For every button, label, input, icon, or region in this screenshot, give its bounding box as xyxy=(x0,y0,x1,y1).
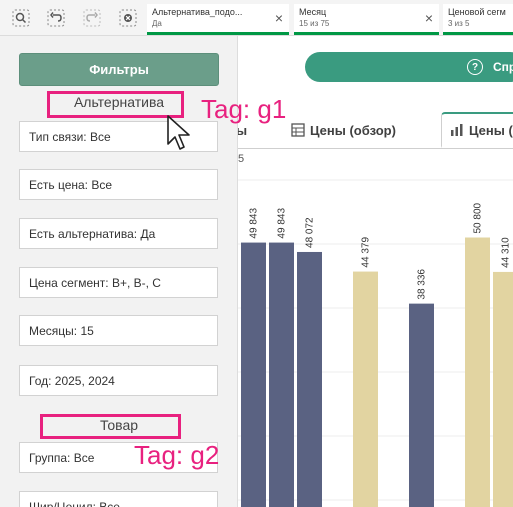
filter-has-price[interactable]: Есть цена: Все xyxy=(19,169,218,200)
chart-data-label: 49 843 xyxy=(277,208,288,239)
chart-data-label: 49 843 xyxy=(249,208,260,239)
tab-prices-active-label: Цены ( xyxy=(469,122,513,138)
chart-bar[interactable] xyxy=(409,303,434,507)
table-icon xyxy=(291,123,305,137)
filter-width[interactable]: Шир/Ценил: Все xyxy=(19,491,218,507)
tab-prices-overview[interactable]: Цены (обзор) xyxy=(291,112,431,148)
selection-chip-alternative[interactable]: Альтернатива_подо... Да × xyxy=(147,4,289,35)
tab-underline xyxy=(238,148,513,149)
step-forward-icon[interactable] xyxy=(80,7,104,29)
app-root: 49 843 49 843 48 072 44 379 38 336 50 800 44 3… xyxy=(0,0,513,507)
step-back-icon[interactable] xyxy=(44,7,68,29)
chart-data-label: 44 310 xyxy=(501,237,512,268)
chart-bars: 49 843 49 843 48 072 44 379 38 336 50 800 44 3… xyxy=(241,202,513,507)
filter-months[interactable]: Месяцы: 15 xyxy=(19,315,218,346)
filter-has-alternative[interactable]: Есть альтернатива: Да xyxy=(19,218,218,249)
chart-bar[interactable] xyxy=(269,242,294,507)
selection-chip-title: Альтернатива_подо... xyxy=(152,7,243,17)
filter-year[interactable]: Год: 2025, 2024 xyxy=(19,365,218,396)
chart-subtitle: 5 xyxy=(238,153,245,165)
selection-chip-value: 15 из 75 xyxy=(299,19,330,28)
close-icon[interactable]: × xyxy=(275,11,283,25)
close-icon[interactable]: × xyxy=(425,11,433,25)
selection-chip-value: 3 из 5 xyxy=(448,19,470,28)
clear-selections-icon[interactable] xyxy=(116,7,140,29)
help-icon: ? xyxy=(467,59,483,75)
bar-chart-icon xyxy=(451,124,463,136)
chart-data-label: 44 379 xyxy=(361,237,372,268)
tab-prices-overview-label: Цены (обзор) xyxy=(310,122,396,138)
smart-search-icon[interactable] xyxy=(9,7,33,29)
selection-chip-value: Да xyxy=(152,19,162,28)
tag-g1-label: Tag: g1 xyxy=(201,94,287,124)
highlight-box-g2 xyxy=(40,414,181,439)
filters-button[interactable]: Фильтры xyxy=(19,53,219,86)
chart-bar[interactable] xyxy=(465,237,490,507)
chart-data-label: 38 336 xyxy=(417,269,428,300)
chart-bar[interactable] xyxy=(241,242,266,507)
help-button[interactable]: ? Спр xyxy=(305,52,513,82)
selection-chip-title: Ценовой сегм xyxy=(448,7,506,17)
chart-bar[interactable] xyxy=(353,271,378,507)
selection-chip-price-segment[interactable]: Ценовой сегм 3 из 5 xyxy=(443,4,513,35)
tab-prices-active[interactable]: Цены ( xyxy=(441,112,513,148)
highlight-box-g1 xyxy=(47,91,184,118)
selection-chip-title: Месяц xyxy=(299,7,327,17)
chart-bar[interactable] xyxy=(297,251,322,507)
chart-data-label: 48 072 xyxy=(305,217,316,248)
selection-chip-month[interactable]: Месяц 15 из 75 × xyxy=(294,4,439,35)
help-button-label: Спр xyxy=(493,60,513,74)
filter-price-segment[interactable]: Цена сегмент: B+, B-, C xyxy=(19,267,218,298)
mouse-cursor-icon xyxy=(167,115,190,150)
selections-bar: Альтернатива_подо... Да × Месяц 15 из 75… xyxy=(0,0,513,36)
tag-g2-label: Tag: g2 xyxy=(134,440,220,470)
chart-data-label: 50 800 xyxy=(473,202,484,233)
chart-bar[interactable] xyxy=(493,271,513,507)
